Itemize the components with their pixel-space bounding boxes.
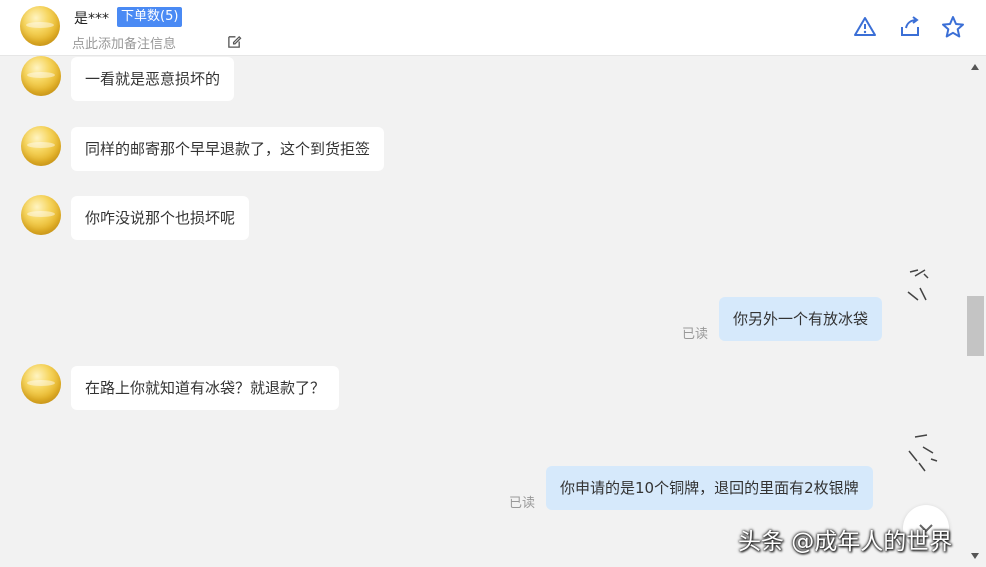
star-icon[interactable] bbox=[941, 15, 965, 39]
warning-icon[interactable] bbox=[853, 15, 877, 39]
scroll-up-arrow[interactable] bbox=[971, 64, 979, 70]
watermark: 头条 @成年人的世界 bbox=[738, 529, 953, 555]
message-bubble[interactable]: 你申请的是10个铜牌，退回的里面有2枚银牌 bbox=[546, 466, 873, 510]
message-bubble[interactable]: 你咋没说那个也损坏呢 bbox=[71, 196, 250, 240]
chat-header: 是*** 下单数(5) 点此添加备注信息 bbox=[0, 0, 986, 56]
order-count-badge[interactable]: 下单数(5) bbox=[117, 7, 183, 27]
scroll-thumb[interactable] bbox=[967, 296, 984, 356]
scroll-down-arrow[interactable] bbox=[971, 553, 979, 559]
share-icon[interactable] bbox=[898, 15, 922, 39]
incoming-avatar[interactable] bbox=[21, 56, 61, 96]
incoming-avatar[interactable] bbox=[21, 195, 61, 235]
contact-avatar[interactable] bbox=[20, 6, 60, 46]
read-status: 已读 bbox=[509, 496, 536, 511]
incoming-avatar[interactable] bbox=[21, 126, 61, 166]
message-bubble[interactable]: 同样的邮寄那个早早退款了，这个到货拒签 bbox=[71, 127, 385, 171]
read-status: 已读 bbox=[682, 327, 709, 342]
edit-icon[interactable] bbox=[227, 34, 242, 49]
message-bubble[interactable]: 在路上你就知道有冰袋？就退款了？ bbox=[71, 366, 340, 410]
message-bubble[interactable]: 你另外一个有放冰袋 bbox=[719, 297, 883, 341]
redacted-avatar bbox=[907, 269, 929, 301]
add-note-link[interactable]: 点此添加备注信息 bbox=[72, 33, 176, 52]
incoming-avatar[interactable] bbox=[21, 364, 61, 404]
contact-name: 是*** bbox=[74, 11, 109, 27]
message-bubble[interactable]: 一看就是恶意损坏的 bbox=[71, 57, 235, 101]
redacted-avatar bbox=[908, 434, 938, 472]
